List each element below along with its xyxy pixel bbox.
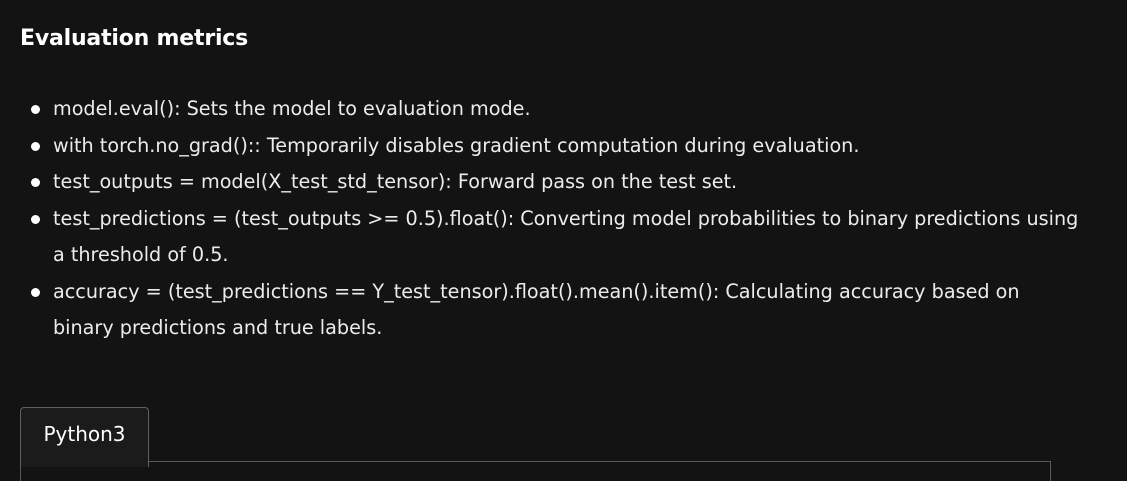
list-item: test_predictions = (test_outputs >= 0.5)… [0, 201, 1080, 274]
list-item: model.eval(): Sets the model to evaluati… [0, 91, 1080, 128]
bullet-list: model.eval(): Sets the model to evaluati… [0, 91, 1080, 347]
code-block-frame [20, 461, 1051, 481]
tab-python3[interactable]: Python3 [20, 407, 149, 467]
list-item: accuracy = (test_predictions == Y_test_t… [0, 274, 1080, 347]
list-item: with torch.no_grad():: Temporarily disab… [0, 128, 1080, 165]
list-item: test_outputs = model(X_test_std_tensor):… [0, 164, 1080, 201]
section-heading: Evaluation metrics [20, 26, 249, 51]
